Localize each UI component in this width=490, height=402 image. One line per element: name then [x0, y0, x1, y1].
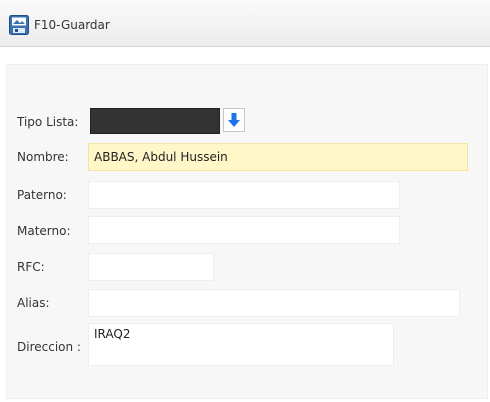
save-button[interactable]: F10-Guardar	[9, 14, 110, 36]
tipo-lista-dropdown-button[interactable]	[223, 108, 245, 132]
alias-field[interactable]	[88, 289, 460, 317]
tipo-lista-label: Tipo Lista:	[17, 115, 79, 129]
tipo-lista-select[interactable]	[90, 108, 220, 134]
toolbar: F10-Guardar	[0, 0, 490, 47]
materno-label: Materno:	[17, 224, 71, 238]
save-disk-icon	[9, 15, 29, 35]
arrow-down-icon	[228, 113, 240, 127]
save-button-label: F10-Guardar	[34, 18, 110, 32]
rfc-field[interactable]	[88, 253, 214, 281]
materno-field[interactable]	[88, 216, 400, 244]
direccion-textarea[interactable]: IRAQ2	[88, 323, 394, 366]
rfc-label: RFC:	[17, 260, 45, 274]
paterno-field[interactable]	[88, 181, 400, 209]
alias-label: Alias:	[17, 296, 50, 310]
paterno-label: Paterno:	[17, 188, 67, 202]
nombre-field[interactable]: ABBAS, Abdul Hussein	[88, 143, 468, 171]
nombre-label: Nombre:	[17, 150, 69, 164]
direccion-label: Direccion :	[17, 340, 81, 354]
